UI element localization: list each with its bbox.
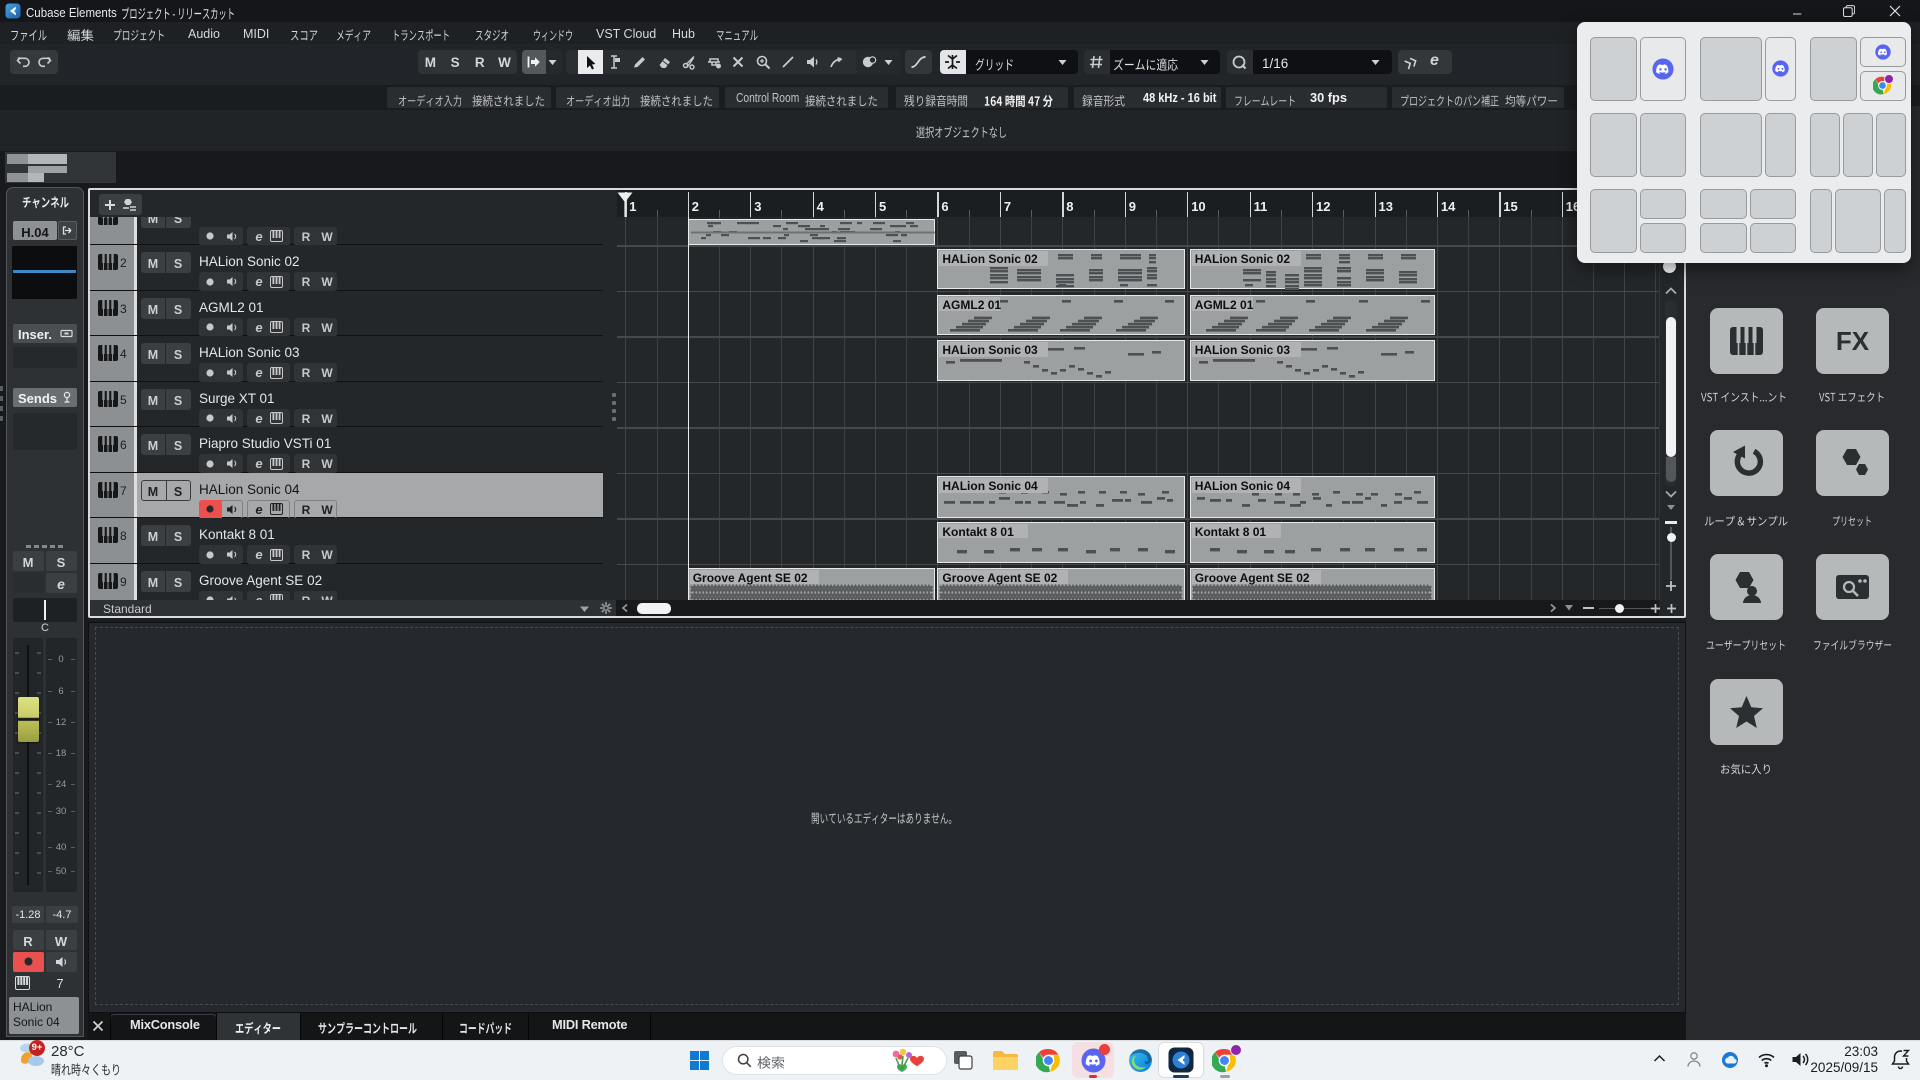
svg-text:FX: FX	[1836, 326, 1870, 356]
